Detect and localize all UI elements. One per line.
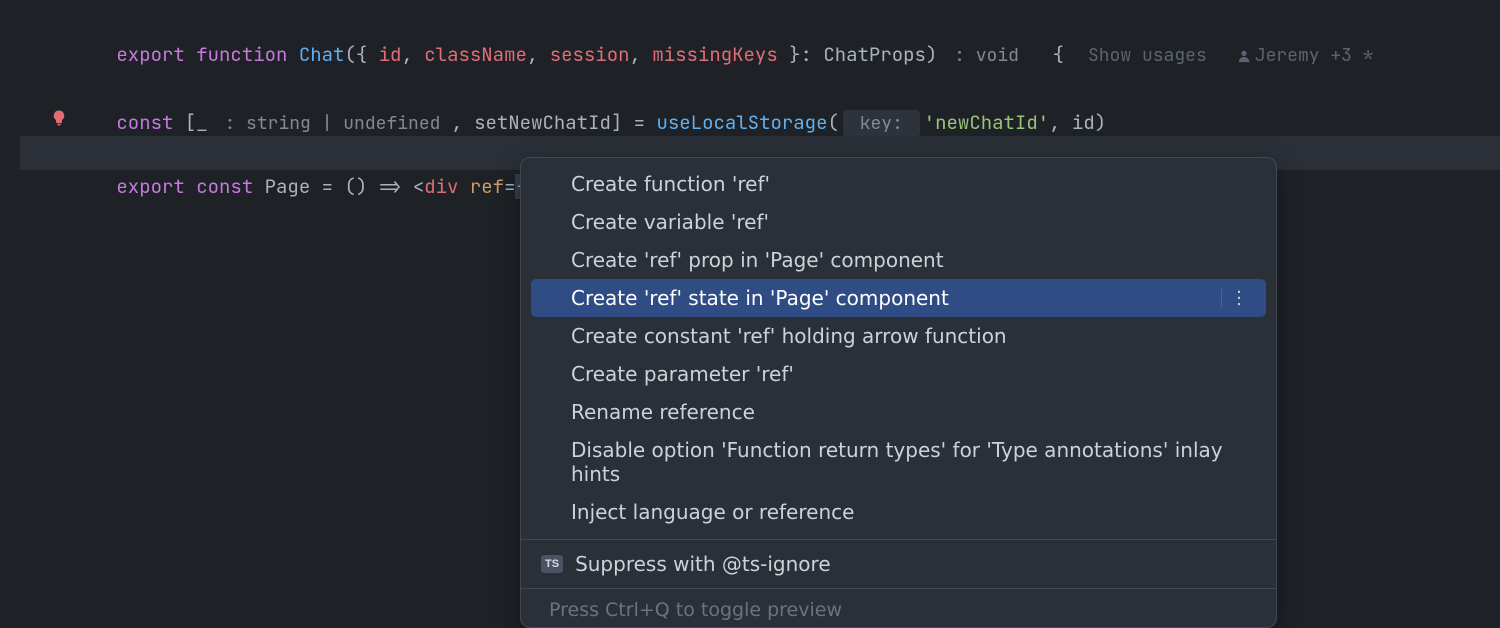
destructure-close: ] = [611, 110, 657, 135]
intention-actions-popup: Create function 'ref'Create variable 're… [520, 157, 1277, 628]
popup-item[interactable]: Create 'ref' state in 'Page' component⋮ [531, 279, 1266, 317]
popup-item[interactable]: Create parameter 'ref' [521, 355, 1276, 393]
popup-item-suppress[interactable]: TS Suppress with @ts-ignore [521, 540, 1276, 584]
destructure-open: [ [173, 110, 196, 135]
popup-item[interactable]: Disable option 'Function return types' f… [521, 431, 1276, 493]
underscore: _ [196, 110, 207, 135]
inlay-key-label: key: [843, 110, 920, 137]
popup-item[interactable]: Create variable 'ref' [521, 203, 1276, 241]
popup-item[interactable]: Create constant 'ref' holding arrow func… [521, 317, 1276, 355]
jsx-ref-attr: ref [470, 174, 504, 199]
keyword-export: export [116, 174, 184, 199]
code-line[interactable]: const [_ : string | undefined , setNewCh… [20, 72, 1500, 106]
code-editor[interactable]: export function Chat({ id, className, se… [0, 0, 1500, 600]
popup-item[interactable]: Create 'ref' prop in 'Page' component [521, 241, 1276, 279]
setter-name: setNewChatId [474, 110, 611, 135]
popup-list: Create function 'ref'Create variable 're… [521, 158, 1276, 531]
code-area: export function Chat({ id, className, se… [0, 0, 1500, 170]
code-line-blank[interactable] [20, 38, 1500, 72]
const-Page: Page [265, 174, 311, 199]
popup-item[interactable]: Create function 'ref' [521, 158, 1276, 203]
popup-item-label: Suppress with @ts-ignore [575, 552, 831, 576]
keyword-const: const [116, 110, 173, 135]
keyword-const: const [185, 174, 265, 199]
arrow-expr: = () => [310, 174, 413, 199]
jsx-div-tag: div [424, 174, 458, 199]
popup-footer: Press Ctrl+Q to toggle preview [521, 588, 1276, 627]
code-line[interactable]: export function Chat({ id, className, se… [20, 4, 1500, 38]
popup-item[interactable]: Rename reference [521, 393, 1276, 431]
inlay-type-hint: : string | undefined [214, 112, 452, 135]
more-separator [1221, 289, 1222, 307]
string-literal: 'newChatId' [924, 110, 1049, 135]
popup-item[interactable]: Inject language or reference [521, 493, 1276, 531]
fn-useLocalStorage: useLocalStorage [656, 110, 827, 135]
more-icon[interactable]: ⋮ [1230, 288, 1246, 309]
ts-badge-icon: TS [541, 555, 563, 573]
